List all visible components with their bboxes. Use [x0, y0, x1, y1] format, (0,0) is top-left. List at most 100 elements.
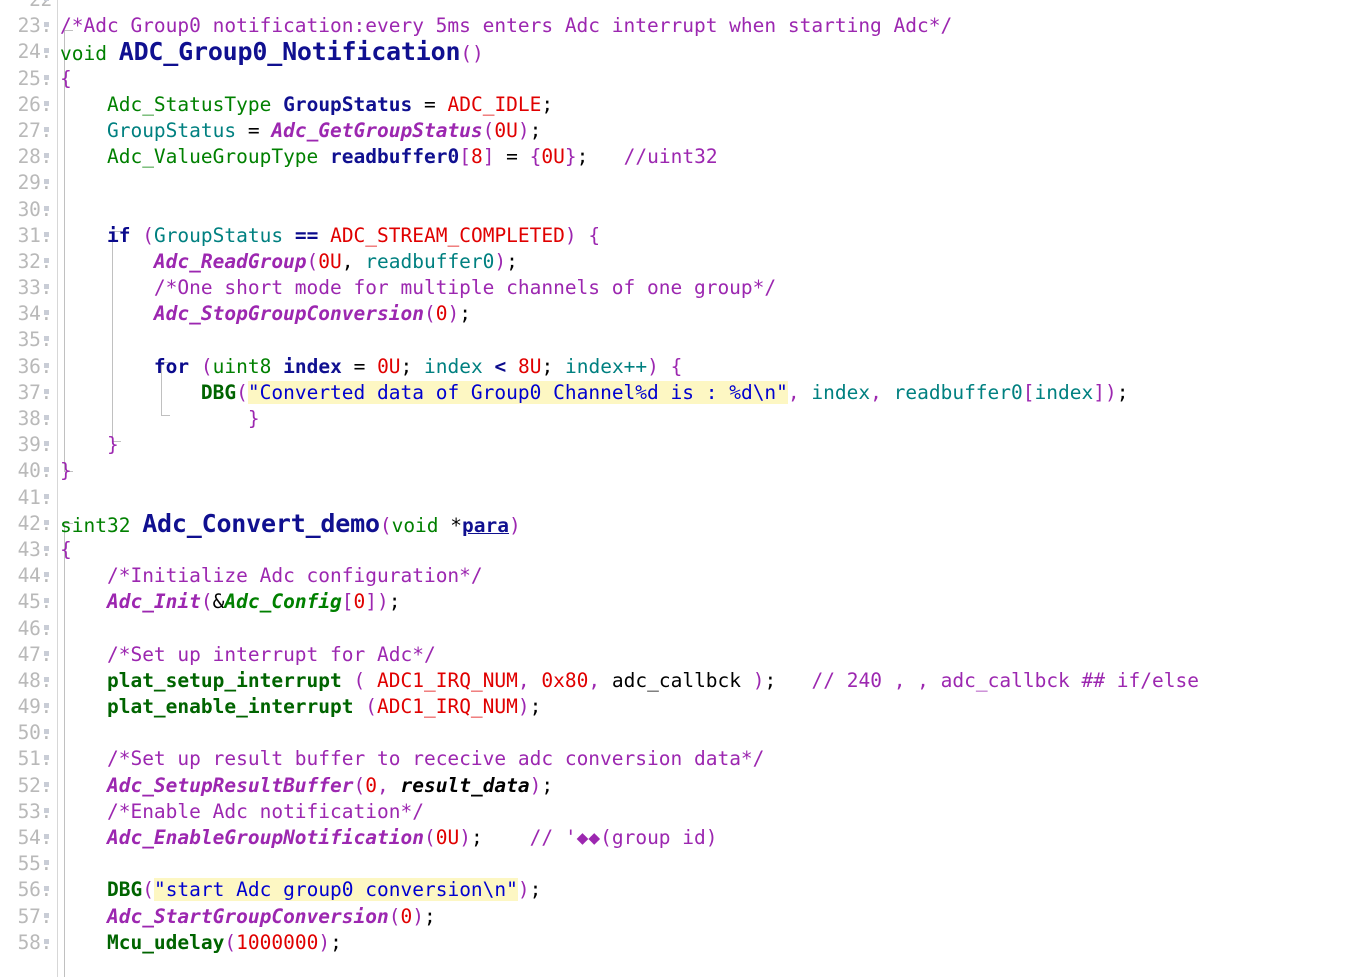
line-content[interactable]: {: [60, 66, 72, 92]
brace-close: }: [106, 433, 119, 457]
function-definition-name: Adc_Convert_demo: [142, 508, 380, 538]
indent-marker: [44, 179, 49, 185]
paren-close: ): [752, 668, 765, 692]
semicolon-token: ;: [388, 590, 401, 614]
function-call-token: Adc_SetupResultBuffer: [106, 773, 354, 797]
line-content[interactable]: /*Set up result buffer to rececive adc c…: [60, 746, 764, 772]
line-content[interactable]: Adc_Init(&Adc_Config[0]);: [60, 589, 401, 615]
paren-close: ): [517, 118, 530, 142]
arguments-token: , index, readbuffer0[index]);: [787, 380, 1129, 404]
line-content[interactable]: Adc_EnableGroupNotification(0U); // '◆◆(…: [60, 825, 718, 851]
dbg-call-token: DBG: [106, 878, 143, 902]
number-token: 1000000: [236, 930, 319, 954]
comment-token: //uint32: [623, 145, 718, 169]
indent-marker: [44, 22, 49, 28]
indent-marker: [44, 886, 49, 892]
line-content[interactable]: /*Adc Group0 notification:every 5ms ente…: [60, 13, 952, 39]
line-content[interactable]: Adc_ReadGroup(0U, readbuffer0);: [60, 249, 518, 275]
line-content[interactable]: if (GroupStatus == ADC_STREAM_COMPLETED)…: [60, 223, 600, 249]
line-content[interactable]: /*Enable Adc notification*/: [60, 799, 424, 825]
function-call-token: Adc_StopGroupConversion: [153, 302, 424, 326]
paren-close: ): [318, 930, 331, 954]
indent-marker: [44, 834, 49, 839]
type-token: uint8: [212, 354, 272, 378]
param-type-token: void: [391, 513, 439, 537]
line-content[interactable]: Adc_StopGroupConversion(0);: [60, 301, 471, 327]
code-line: 26: Adc_StatusType GroupStatus = ADC_IDL…: [0, 92, 1353, 118]
paren-close: ): [517, 878, 530, 902]
bracket-close: ]: [365, 590, 378, 614]
code-editor-pane[interactable]: 22 23: /*Adc Group0 notification:every 5…: [0, 0, 1353, 977]
paren-open: (: [353, 773, 366, 797]
declared-variable: index: [283, 354, 342, 378]
paren-close: ): [647, 354, 659, 378]
code-line: 51: /*Set up result buffer to rececive a…: [0, 746, 1353, 772]
brace-close: }: [60, 459, 72, 483]
line-content[interactable]: /*One short mode for multiple channels o…: [60, 275, 776, 301]
semicolon-token: ;: [541, 773, 554, 797]
comment-token: /*Initialize Adc configuration*/: [106, 564, 483, 588]
paren-close: ): [529, 773, 542, 797]
code-line: 28: Adc_ValueGroupType readbuffer0[8] = …: [0, 144, 1353, 170]
comment-token: // '◆◆(group id): [529, 826, 718, 849]
brace-open: {: [588, 223, 601, 247]
line-content[interactable]: Adc_SetupResultBuffer(0, result_data);: [60, 773, 553, 799]
indent-marker: [44, 703, 49, 709]
code-line-list: 22 23: /*Adc Group0 notification:every 5…: [0, 0, 1353, 956]
operator-token: =: [423, 92, 436, 116]
variable-token: GroupStatus: [106, 118, 237, 142]
line-content[interactable]: Adc_ValueGroupType readbuffer0[8] = {0U}…: [60, 144, 718, 170]
code-line: 47: /*Set up interrupt for Adc*/: [0, 642, 1353, 668]
number-token: 0U: [435, 826, 460, 849]
line-content[interactable]: /*Initialize Adc configuration*/: [60, 563, 483, 589]
line-content[interactable]: plat_enable_interrupt (ADC1_IRQ_NUM);: [60, 694, 541, 720]
line-content[interactable]: Adc_StartGroupConversion(0);: [60, 904, 436, 930]
line-content[interactable]: sint32 Adc_Convert_demo(void *para): [60, 508, 521, 539]
indent-marker: [44, 650, 49, 656]
line-content[interactable]: DBG("Converted data of Group0 Channel%d …: [60, 380, 1128, 406]
line-content[interactable]: }: [60, 458, 72, 484]
semicolon-token: ;: [541, 92, 554, 116]
line-content[interactable]: plat_setup_interrupt ( ADC1_IRQ_NUM, 0x8…: [60, 668, 1199, 694]
indent-marker: [44, 781, 49, 787]
missing-glyph-icon: ◆◆: [576, 826, 601, 849]
indent-marker: [44, 441, 49, 447]
line-content[interactable]: Adc_StatusType GroupStatus = ADC_IDLE;: [60, 92, 553, 118]
indent-marker: [44, 755, 49, 761]
macro-token: ADC_IDLE: [447, 92, 542, 116]
line-content[interactable]: GroupStatus = Adc_GetGroupStatus(0U);: [60, 118, 541, 144]
callback-symbol-token: adc_callbck: [611, 668, 742, 692]
param-name-token: para: [462, 513, 510, 537]
paren-open: (: [388, 904, 401, 928]
comment-token: /*Enable Adc notification*/: [106, 799, 424, 823]
line-content[interactable]: for (uint8 index = 0U; index < 8U; index…: [60, 354, 683, 380]
line-content[interactable]: }: [60, 406, 260, 432]
line-content[interactable]: DBG("start Adc group0 conversion\n");: [60, 877, 541, 903]
semicolon-token: ;: [330, 930, 342, 954]
line-content[interactable]: {: [60, 537, 72, 563]
macro-token: ADC1_IRQ_NUM: [377, 668, 518, 692]
paren-open: (: [482, 118, 495, 142]
semicolon-token: ;: [529, 878, 542, 902]
code-line: 40: }: [0, 458, 1353, 484]
semicolon-token: ;: [576, 145, 589, 169]
code-line: 27: GroupStatus = Adc_GetGroupStatus(0U)…: [0, 118, 1353, 144]
variable-token: index: [424, 354, 483, 378]
function-call-token: Adc_Init: [106, 590, 201, 614]
operator-token: ==: [294, 223, 319, 247]
line-content[interactable]: /*Set up interrupt for Adc*/: [60, 642, 436, 668]
paren-open: (: [200, 354, 213, 378]
indent-marker: [44, 205, 49, 211]
indent-marker: [44, 912, 49, 918]
indent-marker: [44, 545, 49, 551]
line-content[interactable]: Mcu_udelay(1000000);: [60, 930, 342, 956]
line-content[interactable]: }: [60, 432, 119, 458]
number-token: 0U: [494, 118, 518, 142]
code-line: 29:: [0, 170, 1353, 196]
string-literal: "Converted data of Group0 Channel%d is :…: [247, 380, 788, 404]
function-definition-name: ADC_Group0_Notification: [118, 37, 461, 67]
code-line: 57: Adc_StartGroupConversion(0);: [0, 904, 1353, 930]
line-content[interactable]: void ADC_Group0_Notification(): [60, 39, 484, 67]
indent-marker: [44, 310, 49, 316]
paren-close: ): [447, 302, 460, 326]
